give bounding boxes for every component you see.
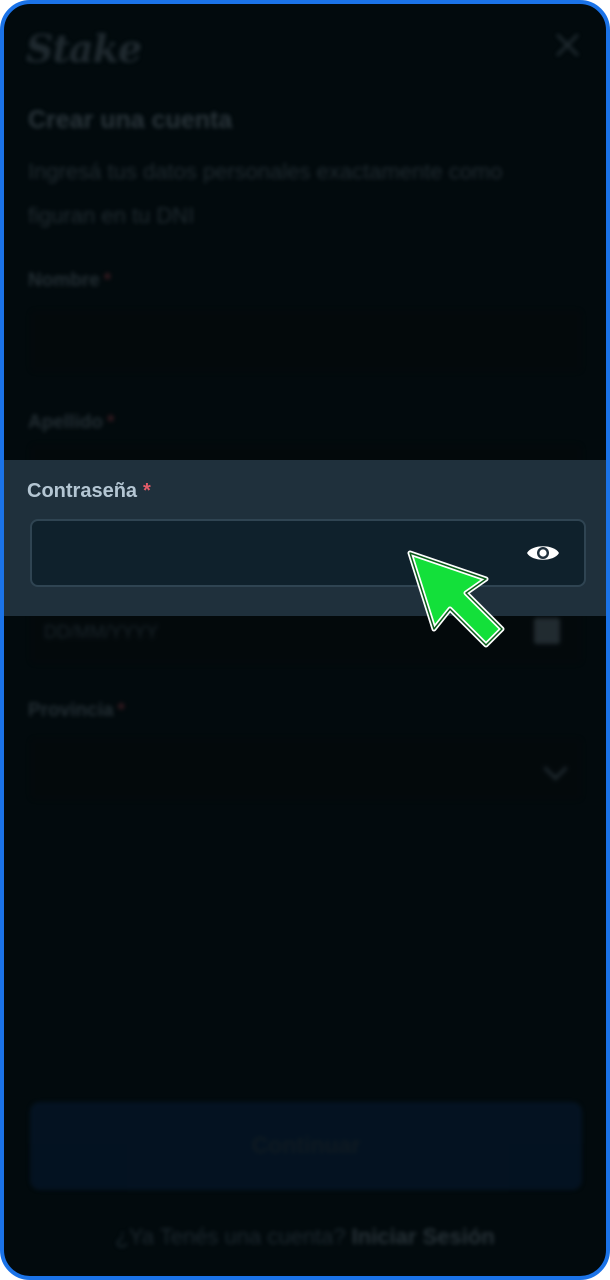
login-link[interactable]: Iniciar Sesión xyxy=(352,1224,495,1249)
stake-logo: Stake xyxy=(26,26,142,71)
nombre-label-text: Nombre xyxy=(28,270,100,291)
provincia-label-text: Provincia xyxy=(28,700,114,721)
login-prompt: ¿Ya Tenés una cuenta? Iniciar Sesión xyxy=(4,1224,606,1250)
required-mark: * xyxy=(117,700,125,721)
background-form: Stake Crear una cuenta Ingresá tus datos… xyxy=(4,4,606,1276)
password-label: Contraseña * xyxy=(27,480,151,503)
apellido-label: Apellido * xyxy=(28,412,114,434)
pointer-cursor-icon xyxy=(407,550,505,648)
birthdate-placeholder: DD/MM/YYYY xyxy=(44,622,159,642)
provincia-select[interactable] xyxy=(30,738,582,800)
nombre-input[interactable] xyxy=(30,310,582,372)
calendar-icon[interactable] xyxy=(534,618,560,644)
close-icon[interactable] xyxy=(552,30,582,60)
chevron-down-icon xyxy=(543,756,568,781)
continue-button[interactable]: Continuar xyxy=(30,1102,582,1190)
login-prompt-text: ¿Ya Tenés una cuenta? xyxy=(115,1224,346,1249)
app-frame: Stake Crear una cuenta Ingresá tus datos… xyxy=(0,0,610,1280)
required-mark: * xyxy=(143,480,151,502)
password-label-text: Contraseña xyxy=(27,480,138,502)
nombre-label: Nombre * xyxy=(28,270,111,292)
continue-button-label: Continuar xyxy=(251,1132,361,1158)
required-mark: * xyxy=(106,412,115,433)
page-subtitle: Ingresá tus datos personales exactamente… xyxy=(28,159,503,228)
apellido-label-text: Apellido xyxy=(28,412,103,433)
page-title: Crear una cuenta xyxy=(28,106,233,134)
eye-icon[interactable] xyxy=(526,542,560,564)
provincia-label: Provincia * xyxy=(28,700,125,722)
password-section: Contraseña * xyxy=(4,460,606,616)
required-mark: * xyxy=(103,270,112,291)
